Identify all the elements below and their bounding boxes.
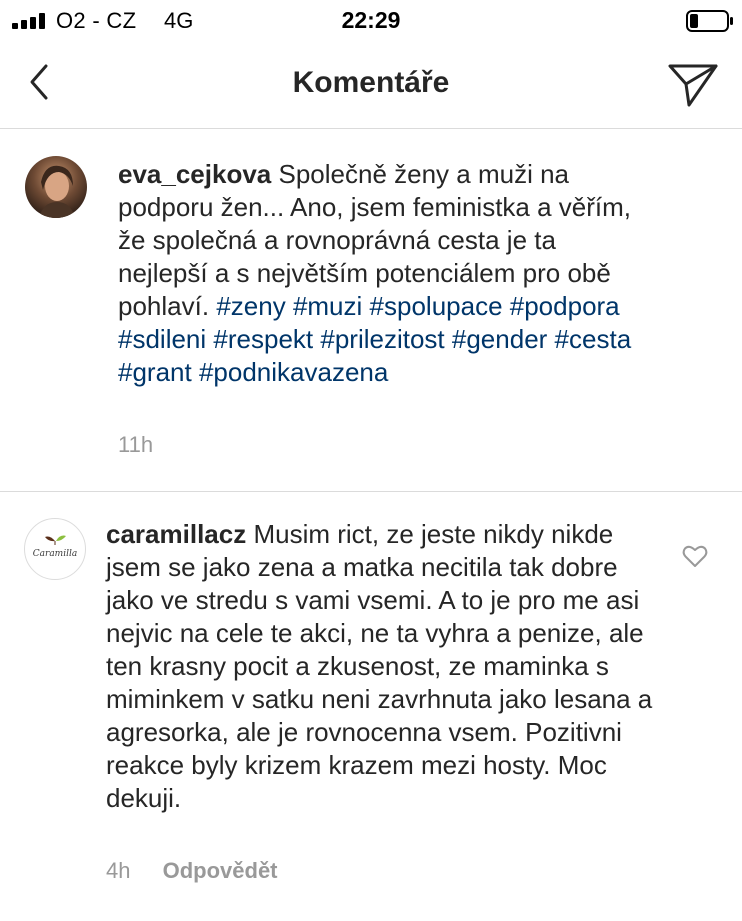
- hashtag-link[interactable]: #respekt: [213, 324, 313, 354]
- hashtag-link[interactable]: #grant: [118, 357, 192, 387]
- page-title: Komentáře: [292, 66, 450, 99]
- comment-time: 11h: [118, 432, 154, 457]
- hashtag-link[interactable]: #podnikavazena: [199, 357, 388, 387]
- comment-username[interactable]: eva_cejkova: [118, 159, 271, 189]
- status-time: 22:29: [341, 7, 401, 33]
- heart-outline-icon[interactable]: [682, 544, 708, 568]
- hashtag-link[interactable]: #zeny: [216, 291, 285, 321]
- avatar-brand-text: Caramilla: [33, 549, 77, 559]
- comment-time: 4h: [106, 858, 131, 883]
- comment-meta: 11h: [118, 432, 153, 458]
- hashtag-link[interactable]: #gender: [452, 324, 547, 354]
- hashtag-link[interactable]: #sdileni: [118, 324, 206, 354]
- hashtag-link[interactable]: #spolupace: [370, 291, 503, 321]
- hashtag-link[interactable]: #muzi: [293, 291, 362, 321]
- battery-low-icon: [686, 10, 733, 32]
- comment-meta: 4h Odpovědět: [106, 858, 278, 884]
- comment-text: eva_cejkova Společně ženy a muži na podp…: [118, 158, 638, 389]
- reply-button[interactable]: Odpovědět: [163, 858, 278, 883]
- comment-content: Musim rict, ze jeste nikdy nikde jsem se…: [106, 519, 653, 813]
- hashtag-link[interactable]: #podpora: [510, 291, 620, 321]
- comment-item: Caramilla caramillacz Musim rict, ze jes…: [0, 492, 742, 921]
- avatar[interactable]: Caramilla: [24, 518, 86, 580]
- comment-username[interactable]: caramillacz: [106, 519, 246, 549]
- comment-text: caramillacz Musim rict, ze jeste nikdy n…: [106, 518, 658, 815]
- profile-photo-icon: [25, 156, 87, 218]
- caramilla-logo-icon: Caramilla: [33, 535, 77, 559]
- status-bar: O2 - CZ 4G 22:29: [0, 0, 742, 40]
- nav-bar: Komentáře: [0, 40, 742, 129]
- comment-item: eva_cejkova Společně ženy a muži na podp…: [0, 128, 742, 492]
- hashtag-link[interactable]: #cesta: [555, 324, 632, 354]
- avatar[interactable]: [25, 156, 87, 218]
- paper-plane-icon[interactable]: [666, 60, 720, 108]
- hashtag-link[interactable]: #prilezitost: [320, 324, 444, 354]
